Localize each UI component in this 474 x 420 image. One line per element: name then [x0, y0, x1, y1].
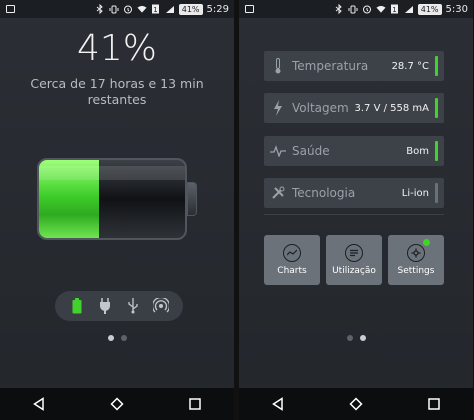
health-card[interactable]: Saúde Bom — [264, 136, 444, 166]
page-indicator — [239, 335, 473, 341]
page-dot-2[interactable] — [359, 335, 366, 341]
health-indicator — [435, 141, 438, 161]
status-battery: 41% — [417, 3, 442, 15]
details-screen: 1 41% 5:30 Temperatura 28.7 °C Voltagem — [239, 0, 473, 420]
battery-icon[interactable] — [66, 295, 88, 317]
status-time: 5:30 — [445, 3, 468, 15]
battery-cap — [187, 182, 197, 216]
battery-percentage: 41% — [76, 28, 157, 69]
nav-bar — [0, 388, 234, 420]
page-dot-2[interactable] — [120, 335, 127, 341]
wifi-icon — [376, 5, 386, 14]
wireless-icon[interactable] — [150, 295, 172, 317]
screens: 1 41% 5:29 41% Cerca de 17 horas e 13 mi… — [0, 0, 474, 420]
signal-icon — [404, 5, 414, 14]
svg-text:1: 1 — [154, 6, 158, 14]
status-bar: 1 41% 5:29 — [0, 0, 234, 18]
temperature-value: 28.7 °C — [391, 60, 429, 72]
gear-icon — [407, 244, 425, 262]
charts-button[interactable]: Charts — [264, 235, 320, 285]
temperature-card[interactable]: Temperatura 28.7 °C — [264, 51, 444, 81]
temperature-indicator — [435, 56, 438, 76]
voltage-card[interactable]: Voltagem 3.7 V / 558 mA — [264, 93, 444, 123]
status-bar: 1 41% 5:30 — [239, 0, 473, 18]
notification-icon: 1 — [390, 4, 400, 14]
temperature-label: Temperatura — [292, 59, 369, 73]
voltage-value: 3.7 V / 558 mA — [354, 102, 430, 114]
status-time: 5:29 — [206, 3, 229, 15]
health-value: Bom — [406, 145, 429, 157]
settings-button[interactable]: Settings — [388, 235, 444, 285]
image-icon — [244, 5, 254, 14]
technology-card[interactable]: Tecnologia Li-ion — [264, 178, 444, 208]
health-label: Saúde — [292, 144, 330, 158]
list-icon — [345, 244, 363, 262]
battery-body — [37, 158, 187, 240]
technology-label: Tecnologia — [292, 186, 356, 200]
back-button[interactable] — [258, 390, 298, 418]
image-icon — [5, 5, 15, 14]
recents-button[interactable] — [175, 390, 215, 418]
divider — [264, 214, 444, 215]
chart-icon — [283, 244, 301, 262]
page-dot-1[interactable] — [107, 335, 114, 341]
technology-indicator — [435, 183, 438, 203]
charge-mode-bar — [55, 291, 183, 321]
thermometer-icon — [270, 58, 286, 74]
home-button[interactable] — [336, 390, 376, 418]
usb-icon[interactable] — [122, 295, 144, 317]
bolt-icon — [270, 100, 286, 116]
bluetooth-icon — [334, 4, 344, 14]
recents-button[interactable] — [414, 390, 454, 418]
nav-bar — [239, 388, 473, 420]
usage-label: Utilização — [332, 266, 376, 276]
settings-label: Settings — [397, 266, 435, 276]
back-button[interactable] — [19, 390, 59, 418]
voltage-indicator — [435, 98, 438, 118]
alarm-icon — [123, 5, 133, 14]
vibrate-icon — [109, 5, 119, 14]
technology-value: Li-ion — [401, 187, 429, 199]
alarm-icon — [362, 5, 372, 14]
bluetooth-icon — [95, 4, 105, 14]
home-button[interactable] — [97, 390, 137, 418]
battery-screen: 1 41% 5:29 41% Cerca de 17 horas e 13 mi… — [0, 0, 234, 420]
voltage-label: Voltagem — [292, 101, 349, 115]
settings-badge — [423, 239, 430, 246]
status-battery: 41% — [178, 3, 203, 15]
plug-icon[interactable] — [94, 295, 116, 317]
tools-icon — [270, 185, 286, 201]
vibrate-icon — [348, 5, 358, 14]
page-dot-1[interactable] — [346, 335, 353, 341]
page-indicator — [0, 335, 234, 341]
svg-text:1: 1 — [393, 6, 397, 14]
wifi-icon — [137, 5, 147, 14]
battery-graphic — [37, 158, 197, 240]
usage-button[interactable]: Utilização — [326, 235, 382, 285]
charts-label: Charts — [277, 266, 307, 276]
time-remaining: Cerca de 17 horas e 13 min restantes — [30, 76, 204, 107]
pulse-icon — [270, 143, 286, 159]
notification-icon: 1 — [151, 4, 161, 14]
signal-icon — [165, 5, 175, 14]
